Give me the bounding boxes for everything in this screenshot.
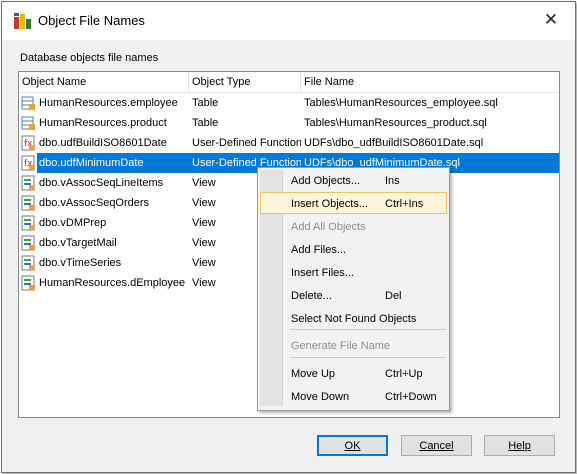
object-name-cell: dbo.vTargetMail [39, 237, 117, 249]
window-title: Object File Names [38, 13, 145, 28]
menu-item-add-files[interactable]: Add Files... [260, 239, 447, 261]
table-row[interactable]: fx dbo.udfBuildISO8601Date User-Defined Fu… [19, 133, 559, 153]
menu-item-move-up[interactable]: Move Up Ctrl+Up [260, 363, 447, 385]
object-type-cell: User-Defined Function [192, 137, 301, 149]
object-name-cell: dbo.vAssocSeqOrders [39, 197, 150, 209]
menu-item-label: Insert Files... [291, 267, 354, 279]
title-bar: Object File Names ✕ [2, 2, 575, 40]
menu-item-generate-file-name: Generate File Name [260, 335, 447, 357]
app-icon [14, 13, 31, 29]
object-name-cell: dbo.udfMinimumDate [37, 153, 189, 173]
object-name-cell: HumanResources.employee [39, 97, 178, 109]
menu-item-shortcut: Ctrl+Up [385, 368, 423, 380]
cancel-button[interactable]: Cancel [401, 435, 472, 456]
menu-item-delete[interactable]: Delete... Del [260, 285, 447, 307]
menu-item-label: Generate File Name [291, 340, 391, 352]
menu-item-shortcut: Ctrl+Down [385, 391, 437, 403]
object-name-cell: dbo.vAssocSeqLineItems [39, 177, 164, 189]
context-menu: Add Objects... Ins Insert Objects... Ctrl+I… [257, 167, 450, 411]
menu-item-label: Add Objects... [291, 175, 361, 187]
menu-item-add-objects[interactable]: Add Objects... Ins [260, 170, 447, 192]
column-header-object-name[interactable]: Object Name [19, 72, 189, 92]
menu-item-shortcut: Del [385, 290, 402, 302]
column-header-object-type[interactable]: Object Type [189, 72, 301, 92]
menu-item-shortcut: Ctrl+Ins [385, 198, 424, 210]
object-type-cell: Table [192, 97, 219, 109]
ok-button[interactable]: OK [317, 435, 388, 456]
object-name-cell: dbo.udfBuildISO8601Date [39, 137, 167, 149]
menu-item-label: Add Files... [291, 244, 347, 256]
file-name-cell: UDFs\dbo_udfBuildISO8601Date.sql [304, 137, 484, 149]
table-row[interactable]: HumanResources.employee Table Tables\Human… [19, 93, 559, 113]
menu-item-select-not-found-objects[interactable]: Select Not Found Objects [260, 308, 447, 330]
menu-item-add-all-objects: Add All Objects [260, 216, 447, 238]
menu-item-insert-files[interactable]: Insert Files... [260, 262, 447, 284]
menu-item-label: Add All Objects [291, 221, 366, 233]
list-header: Object Name Object Type File Name [19, 72, 559, 93]
object-name-cell: HumanResources.product [39, 117, 167, 129]
file-name-cell: Tables\HumanResources_employee.sql [304, 97, 498, 109]
file-name-cell: Tables\HumanResources_product.sql [304, 117, 487, 129]
menu-item-label: Move Down [291, 391, 350, 403]
menu-item-label: Move Up [291, 368, 336, 380]
object-file-names-dialog: Object File Names ✕ Database objects fil… [1, 1, 576, 473]
object-name-cell: dbo.vTimeSeries [39, 257, 122, 269]
close-icon[interactable]: ✕ [541, 10, 561, 30]
menu-item-insert-objects[interactable]: Insert Objects... Ctrl+Ins [260, 192, 447, 214]
object-name-cell: HumanResources.dEmployee [39, 277, 186, 289]
object-name-cell: dbo.vDMPrep [39, 217, 107, 229]
list-caption: Database objects file names [20, 52, 159, 64]
menu-item-label: Delete... [291, 290, 332, 302]
menu-item-label: Select Not Found Objects [291, 313, 417, 325]
help-button[interactable]: Help [484, 435, 555, 456]
menu-item-move-down[interactable]: Move Down Ctrl+Down [260, 386, 447, 408]
object-type-cell: Table [192, 117, 219, 129]
menu-item-shortcut: Ins [385, 175, 400, 187]
table-row[interactable]: HumanResources.product Table Tables\HumanR… [19, 113, 559, 133]
menu-separator [290, 357, 446, 358]
menu-item-label: Insert Objects... [291, 198, 369, 210]
column-header-file-name[interactable]: File Name [301, 72, 559, 92]
